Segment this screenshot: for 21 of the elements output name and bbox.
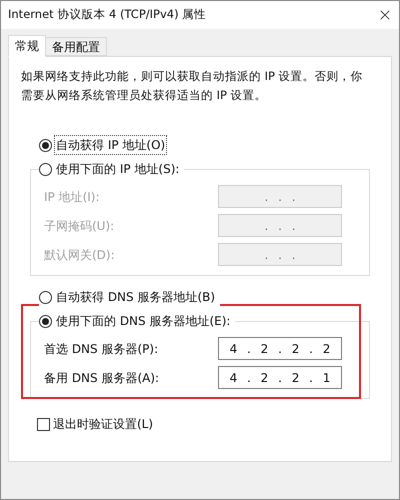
window-title: Internet 协议版本 4 (TCP/IPv4) 属性 — [8, 6, 206, 24]
radio-button[interactable] — [39, 290, 52, 304]
radio-label: 使用下面的 DNS 服务器地址(E): — [55, 313, 232, 330]
checkbox-label: 退出时验证设置(L) — [53, 416, 154, 433]
tab[interactable]: 常规 — [8, 35, 46, 57]
checkbox[interactable] — [37, 418, 50, 430]
ip-address-field[interactable]: 4 . 2 . 2 . 2 — [218, 337, 342, 360]
field-label: 默认网关(D): — [44, 246, 116, 264]
radio-button[interactable] — [39, 138, 52, 152]
ip-address-field[interactable]: 4 . 2 . 2 . 1 — [218, 366, 342, 389]
field-label: 首选 DNS 服务器(P): — [44, 340, 160, 358]
field-label: 备用 DNS 服务器(A): — [44, 370, 160, 386]
radio-label: 自动获得 IP 地址(O) — [55, 136, 166, 154]
field-label: 子网掩码(U): — [44, 218, 116, 234]
radio-button[interactable] — [39, 162, 52, 176]
field-label: IP 地址(I): — [44, 188, 101, 206]
radio-label: 自动获得 DNS 服务器地址(B) — [55, 289, 216, 306]
radio-button[interactable] — [39, 314, 52, 328]
description-text: 如果网络支持此功能，则可以获取自动指派的 IP 设置。否则，你需要从网络系统管理员处获得适当的 IP 设置。 — [20, 68, 364, 104]
radio-label: 使用下面的 IP 地址(S): — [55, 161, 180, 178]
tab[interactable]: 备用配置 — [46, 37, 107, 56]
